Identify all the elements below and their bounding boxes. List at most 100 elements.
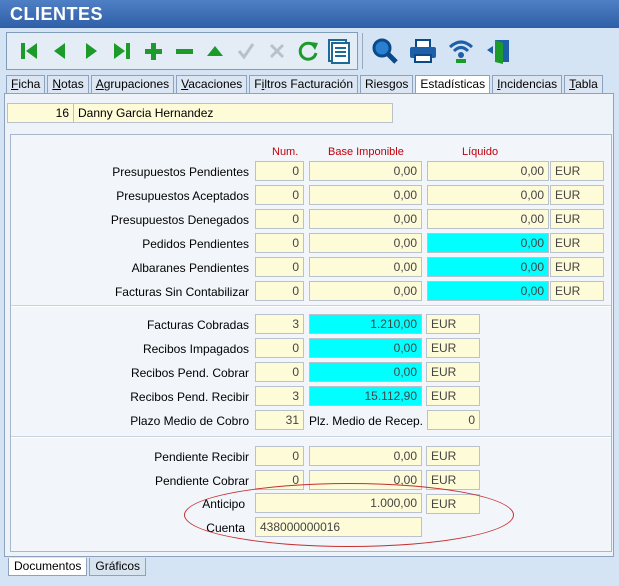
refresh-icon <box>298 41 318 61</box>
refresh-button[interactable] <box>292 35 323 67</box>
edit-record-button[interactable] <box>199 35 230 67</box>
tab-vacaciones[interactable]: Vacaciones <box>176 75 248 94</box>
base-field[interactable]: 1.210,00 <box>309 314 422 334</box>
num-field[interactable]: 0 <box>255 338 304 358</box>
num-field[interactable]: 0 <box>255 233 304 253</box>
row-label: Recibos Pend. Recibir <box>130 390 249 404</box>
num-field[interactable]: 0 <box>255 281 304 301</box>
base-field[interactable]: 15.112,90 <box>309 386 422 406</box>
currency-field[interactable]: EUR <box>426 314 480 334</box>
num-field[interactable]: 0 <box>255 209 304 229</box>
currency-field[interactable]: EUR <box>550 185 604 205</box>
check-icon <box>237 43 254 60</box>
row-label: Presupuestos Aceptados <box>116 189 249 203</box>
confirm-button[interactable] <box>230 35 261 67</box>
currency-field[interactable]: EUR <box>550 209 604 229</box>
liquido-field[interactable]: 0,00 <box>427 257 549 277</box>
currency-field[interactable]: EUR <box>550 281 604 301</box>
list-icon <box>327 39 350 64</box>
bottom-tab-documentos[interactable]: Documentos <box>8 558 88 576</box>
prev-record-button[interactable] <box>44 35 75 67</box>
tab-estad-sticas[interactable]: Estadísticas <box>415 75 491 95</box>
client-id-field[interactable]: 16 <box>7 103 74 123</box>
tab-filtros-facturaci-n[interactable]: Filtros Facturación <box>249 75 359 94</box>
cancel-button[interactable] <box>261 35 292 67</box>
base-field[interactable]: 0,00 <box>309 233 422 253</box>
delete-record-button[interactable] <box>168 35 199 67</box>
liquido-field[interactable]: 0,00 <box>427 161 549 181</box>
row-label: Albaranes Pendientes <box>131 261 249 275</box>
col-header-base: Base Imponible <box>328 146 404 158</box>
base-field[interactable]: 0,00 <box>309 161 422 181</box>
prev-record-icon <box>53 43 65 59</box>
tab-ficha[interactable]: Ficha <box>6 75 46 94</box>
currency-field[interactable]: EUR <box>550 233 604 253</box>
liquido-field[interactable]: 0,00 <box>427 233 549 253</box>
base-field[interactable]: 0,00 <box>309 209 422 229</box>
num-field[interactable]: 0 <box>255 446 304 466</box>
plazo-field[interactable]: 31 <box>255 410 304 430</box>
bottom-tab-gr-ficos[interactable]: Gráficos <box>89 558 147 576</box>
x-icon <box>269 43 284 59</box>
search-icon <box>372 38 398 64</box>
tab-label: acaciones <box>188 77 243 91</box>
currency-field[interactable]: EUR <box>550 161 604 181</box>
liquido-field[interactable]: 0,00 <box>427 185 549 205</box>
num-field[interactable]: 0 <box>255 257 304 277</box>
exit-button[interactable] <box>480 34 518 68</box>
add-record-button[interactable] <box>137 35 168 67</box>
exit-door-icon <box>487 40 509 64</box>
recep-field[interactable]: 0 <box>427 410 480 430</box>
col-header-num: Num. <box>272 146 299 158</box>
base-field[interactable]: 0,00 <box>309 362 422 382</box>
num-field[interactable]: 3 <box>255 314 304 334</box>
list-button[interactable] <box>323 35 354 67</box>
currency-field[interactable]: EUR <box>426 362 480 382</box>
window-title: CLIENTES <box>0 0 619 28</box>
row-label: Facturas Sin Contabilizar <box>114 285 249 299</box>
currency-field[interactable]: EUR <box>426 446 480 466</box>
base-field[interactable]: 0,00 <box>309 257 422 277</box>
tab-label: icha <box>18 77 41 91</box>
liquido-field[interactable]: 0,00 <box>427 209 549 229</box>
tab-agrupaciones[interactable]: Agrupaciones <box>90 75 175 94</box>
currency-field[interactable]: EUR <box>550 257 604 277</box>
tab-notas[interactable]: Notas <box>47 75 89 94</box>
num-field[interactable]: 0 <box>255 161 304 181</box>
section-divider <box>11 305 611 307</box>
tab-strip: Ficha Notas Agrupaciones Vacaciones Filtros … <box>6 75 605 95</box>
row-label: Recibos Impagados <box>142 342 249 356</box>
client-name-field[interactable]: Danny Garcia Hernandez <box>73 103 393 123</box>
wireless-icon <box>448 40 474 63</box>
base-field[interactable]: 0,00 <box>309 185 422 205</box>
up-triangle-icon <box>206 46 223 56</box>
currency-field[interactable]: EUR <box>426 386 480 406</box>
row-label: Pendiente Cobrar <box>154 474 249 488</box>
next-record-icon <box>85 43 97 59</box>
num-field[interactable]: 0 <box>255 185 304 205</box>
next-record-button[interactable] <box>75 35 106 67</box>
tab-tabla[interactable]: Tabla <box>564 75 603 94</box>
liquido-field[interactable]: 0,00 <box>427 281 549 301</box>
base-field[interactable]: 0,00 <box>309 281 422 301</box>
search-button[interactable] <box>366 34 404 68</box>
currency-field[interactable]: EUR <box>426 338 480 358</box>
row-label: Presupuestos Denegados <box>110 213 249 227</box>
num-field[interactable]: 0 <box>255 362 304 382</box>
print-button[interactable] <box>404 34 442 68</box>
tab-label: Riesgos <box>365 77 409 91</box>
toolbar-separator <box>362 33 363 69</box>
action-toolbar <box>366 32 526 70</box>
last-record-button[interactable] <box>106 35 137 67</box>
base-field[interactable]: 0,00 <box>309 338 422 358</box>
plazo-label: Plazo Medio de Cobro <box>130 414 249 428</box>
first-record-button[interactable] <box>13 35 44 67</box>
tab-label: Estadísticas <box>420 77 486 91</box>
base-field[interactable]: 0,00 <box>309 446 422 466</box>
tab-label: grupaciones <box>103 77 170 91</box>
wireless-button[interactable] <box>442 34 480 68</box>
tab-incidencias[interactable]: Incidencias <box>492 75 563 94</box>
row-label: Pendiente Recibir <box>154 450 249 464</box>
tab-riesgos[interactable]: Riesgos <box>360 75 414 94</box>
num-field[interactable]: 3 <box>255 386 304 406</box>
